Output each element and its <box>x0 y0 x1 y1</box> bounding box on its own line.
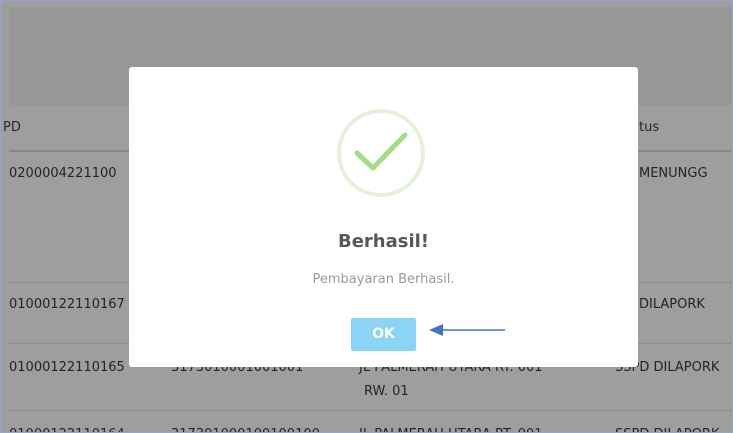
screenshot-frame: PD tus 0200004221100 PD MENUNGG 01000122… <box>0 0 733 433</box>
success-dialog: Berhasil! Pembayaran Berhasil. OK <box>129 67 638 367</box>
dialog-message: Pembayaran Berhasil. <box>312 272 455 287</box>
checkmark-icon <box>337 109 425 197</box>
ok-button[interactable]: OK <box>351 318 416 351</box>
dialog-title: Berhasil! <box>337 231 430 252</box>
arrow-left-icon <box>429 324 505 336</box>
